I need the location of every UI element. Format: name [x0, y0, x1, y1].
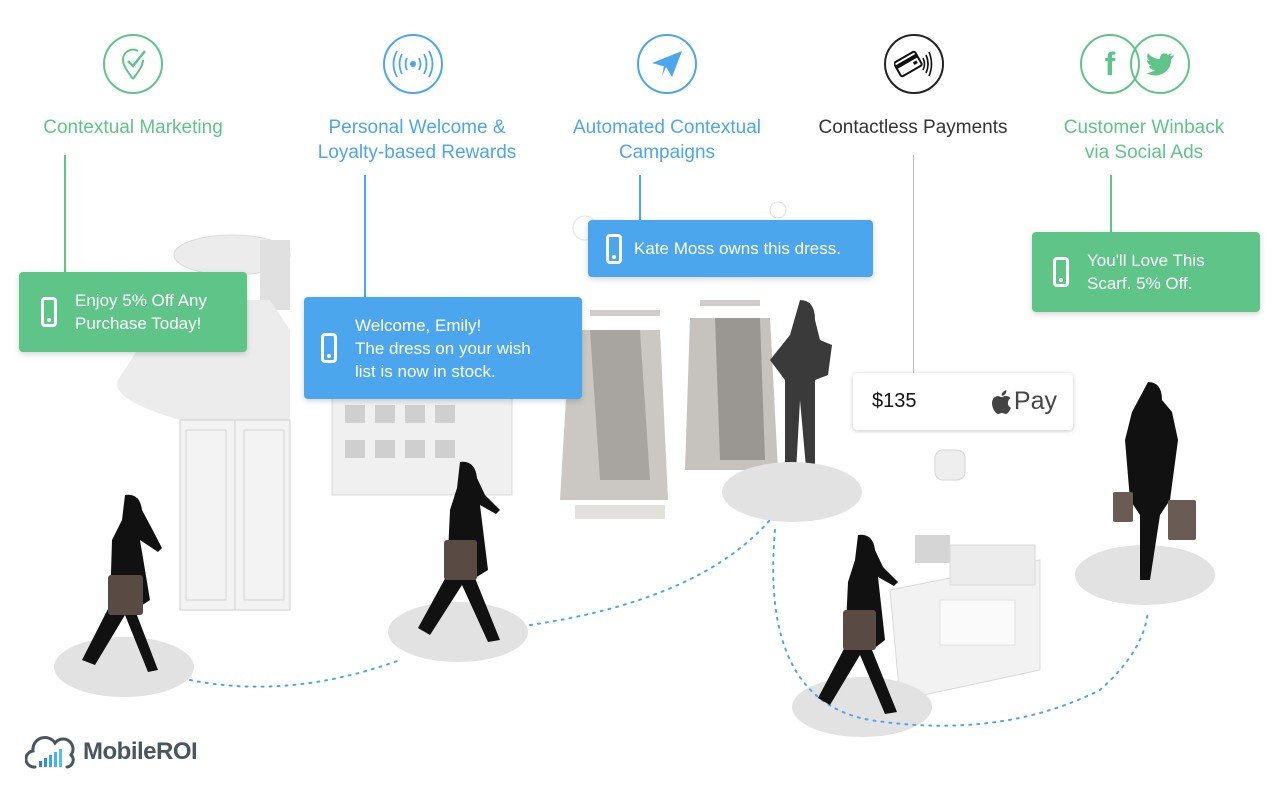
- label-line: Loyalty-based Rewards: [317, 142, 517, 163]
- connector-line: [639, 175, 641, 221]
- notification-line: Scarf. 5% Off.: [1087, 274, 1193, 293]
- display-wall-illustration: [331, 394, 513, 496]
- cloud-signal-icon: [25, 736, 75, 769]
- location-check-icon: [103, 34, 163, 94]
- logo-text: MobileROI: [83, 738, 198, 765]
- label-line: Contextual Marketing: [43, 117, 223, 138]
- feature-label-contactless-payments: Contactless Payments: [818, 115, 1007, 140]
- phone-icon: [1053, 257, 1069, 287]
- notification-contextual-offer: Enjoy 5% Off Any Purchase Today!: [19, 272, 247, 352]
- apple-icon: [991, 389, 1011, 414]
- label-line: Campaigns: [618, 142, 716, 163]
- notification-line: list is now in stock.: [355, 361, 496, 381]
- phone-icon: [41, 297, 57, 327]
- label-line: Automated Contextual: [572, 117, 762, 138]
- notification-line: The dress on your wish: [355, 338, 531, 358]
- beacon-signal-icon: [383, 34, 443, 94]
- notification-winback: You'll Love This Scarf. 5% Off.: [1032, 232, 1260, 312]
- connector-line: [64, 155, 66, 273]
- checkout-kiosk-illustration: [889, 449, 1041, 701]
- notification-personal-welcome: Welcome, Emily! The dress on your wish l…: [304, 297, 582, 399]
- notification-campaign: Kate Moss owns this dress.: [588, 220, 873, 277]
- apple-pay-card: $135 Pay: [853, 373, 1073, 430]
- shopper-browsing-silhouette: [770, 300, 832, 490]
- mobileroi-logo: MobileROI: [25, 735, 198, 769]
- floor-spot: [388, 602, 528, 662]
- feature-label-automated-campaigns: Automated Contextual Campaigns: [573, 115, 761, 165]
- twitter-icon: [1130, 34, 1190, 94]
- apple-pay-label: Pay: [1013, 387, 1057, 415]
- connector-line: [364, 175, 366, 298]
- phone-icon: [321, 333, 337, 363]
- label-line: Contactless Payments: [818, 117, 1008, 138]
- label-line: Personal Welcome &: [328, 117, 506, 138]
- notification-line: Welcome, Emily!: [355, 315, 482, 335]
- floor-spot: [792, 677, 932, 737]
- contactless-card-icon: [884, 34, 944, 94]
- paper-plane-icon: [637, 34, 697, 94]
- feature-label-personal-welcome: Personal Welcome & Loyalty-based Rewards: [318, 115, 517, 165]
- label-line: Customer Winback: [1063, 117, 1225, 138]
- connector-line: [1110, 175, 1112, 233]
- notification-line: Purchase Today!: [75, 314, 202, 333]
- label-line: via Social Ads: [1084, 142, 1204, 163]
- floor-spot: [54, 637, 194, 697]
- notification-line: Kate Moss owns this dress.: [634, 239, 841, 258]
- notification-line: Enjoy 5% Off Any: [75, 291, 207, 310]
- facebook-glyph: f: [1104, 45, 1116, 82]
- feature-label-customer-winback: Customer Winback via Social Ads: [1064, 115, 1225, 165]
- feature-label-contextual-marketing: Contextual Marketing: [43, 115, 223, 140]
- floor-spot: [722, 462, 862, 522]
- notification-line: You'll Love This: [1087, 251, 1205, 270]
- connector-line: [913, 155, 914, 374]
- apple-pay-brand: Pay: [991, 387, 1057, 416]
- phone-icon: [606, 233, 622, 264]
- payment-amount: $135: [872, 390, 917, 412]
